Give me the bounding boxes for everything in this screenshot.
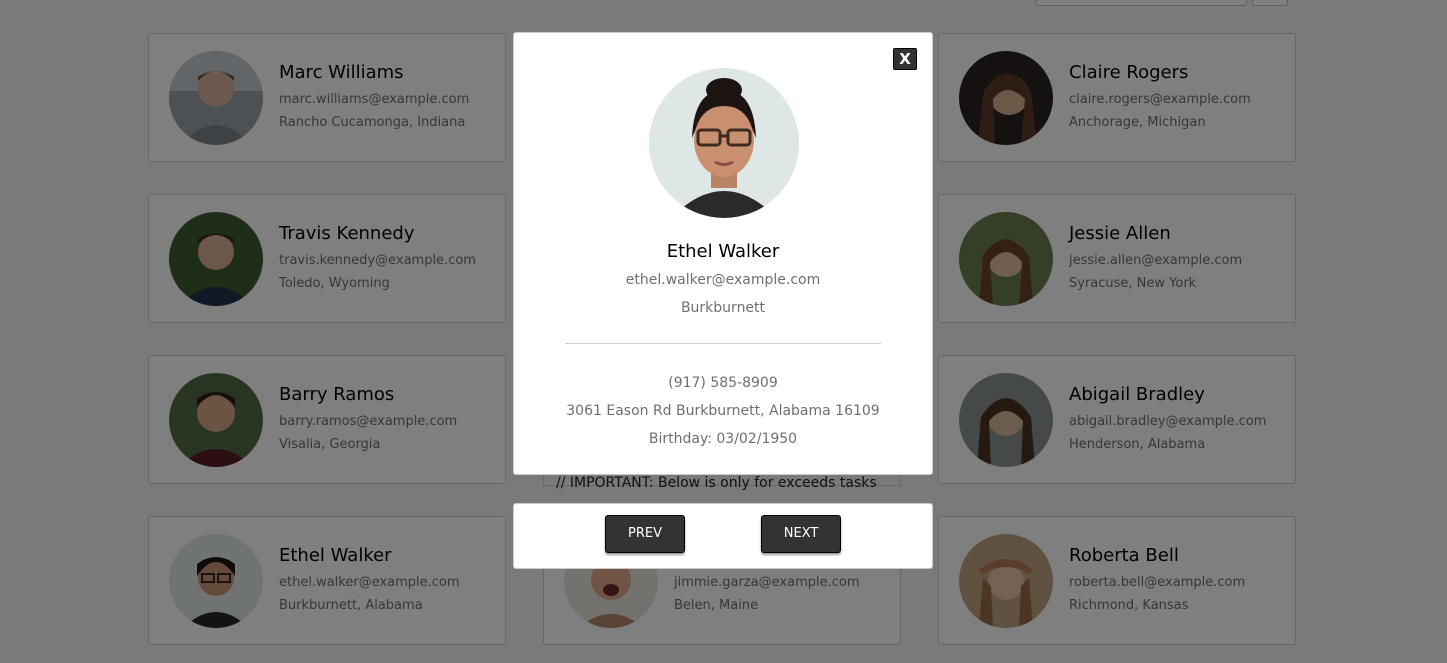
modal-city: Burkburnett bbox=[680, 300, 766, 316]
next-button[interactable]: NEXT bbox=[761, 515, 841, 553]
modal-divider bbox=[565, 343, 881, 344]
modal-address: 3061 Eason Rd Burkburnett, Alabama 16109 bbox=[566, 403, 880, 419]
modal-avatar bbox=[649, 68, 799, 218]
modal-birthday: Birthday: 03/02/1950 bbox=[648, 431, 798, 447]
close-button[interactable]: X bbox=[893, 48, 917, 70]
modal-email: ethel.walker@example.com bbox=[625, 272, 821, 288]
modal-name: Ethel Walker bbox=[666, 241, 780, 262]
employee-directory-page: Marc Williams marc.williams@example.com … bbox=[0, 0, 1447, 663]
prev-button[interactable]: PREV bbox=[605, 515, 685, 553]
modal-phone: (917) 585-8909 bbox=[668, 375, 778, 391]
modal-navigation: PREV NEXT bbox=[513, 503, 933, 569]
employee-modal: X Ethel Walker ethel.walker@example.com … bbox=[513, 32, 933, 475]
